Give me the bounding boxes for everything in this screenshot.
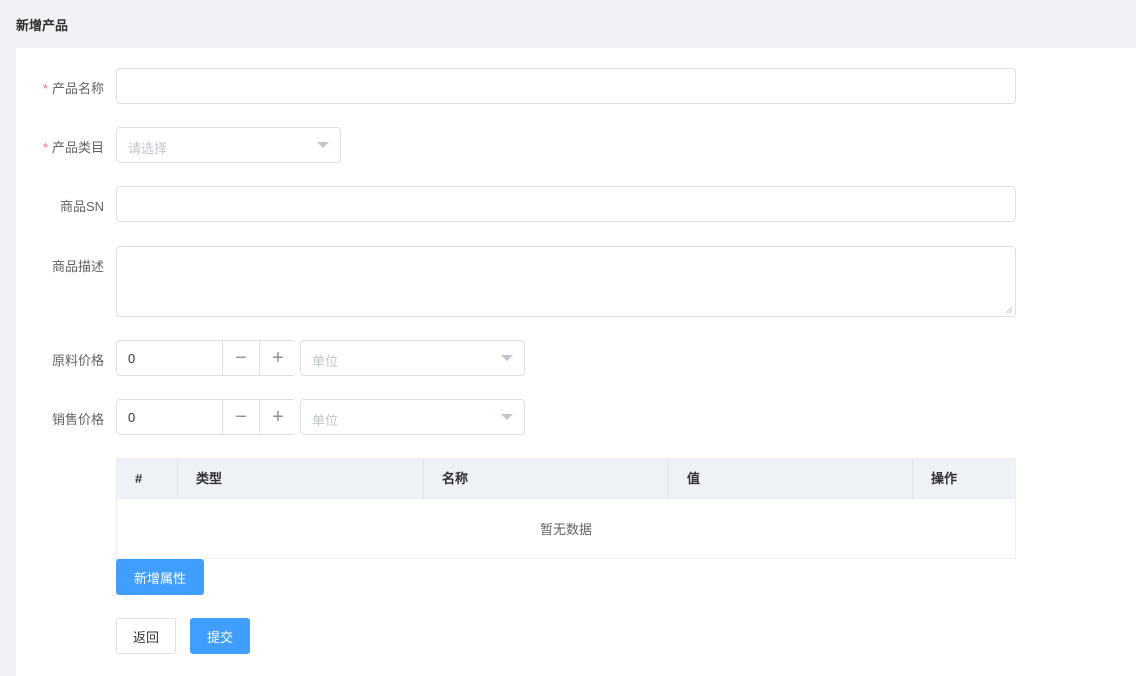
raw-price-value[interactable]: 0 [128,351,135,366]
column-header-type: 类型 [178,459,424,499]
category-label: * 产品类目 [42,140,104,155]
raw-price-stepper[interactable]: 0 − + [116,340,296,376]
table-header: # 类型 名称 值 操作 [117,459,1015,499]
sale-price-unit-select[interactable]: 单位 [300,399,525,435]
form-row-name: * 产品名称 [16,68,1136,104]
raw-price-label: 原料价格 [51,353,104,368]
minus-icon[interactable]: − [222,341,259,375]
plus-icon[interactable]: + [259,400,296,434]
column-header-name: 名称 [424,459,669,499]
product-sn-input[interactable] [116,186,1016,222]
submit-button[interactable]: 提交 [190,618,250,654]
required-mark: * [42,81,48,96]
page-header: 新增产品 [0,0,1136,48]
category-select[interactable]: 请选择 [116,127,341,163]
category-placeholder: 请选择 [128,141,168,156]
column-header-value: 值 [669,459,913,499]
form-row-sale-price: 销售价格 0 − + 单位 [16,399,1136,435]
unit-placeholder: 单位 [312,413,339,428]
raw-price-unit-select[interactable]: 单位 [300,340,525,376]
sale-price-label: 销售价格 [51,412,104,427]
form-row-sn: 商品SN [16,186,1136,222]
page-title: 新增产品 [16,18,69,33]
sale-price-value[interactable]: 0 [128,410,135,425]
form-row-description: 商品描述 [16,246,1136,317]
description-textarea[interactable] [116,246,1016,317]
resize-handle-icon[interactable] [1005,306,1013,314]
minus-icon[interactable]: − [222,400,259,434]
name-label: * 产品名称 [42,81,104,96]
sn-label: 商品SN [59,199,104,214]
caret-down-icon [501,414,513,420]
back-button[interactable]: 返回 [116,618,176,654]
product-form-panel: * 产品名称 * 产品类目 请选择 商品SN 商品描述 原料价格 0 − + 单… [16,48,1136,676]
caret-down-icon [501,355,513,361]
product-name-input[interactable] [116,68,1016,104]
column-header-index: # [117,459,178,499]
table-empty-text: 暂无数据 [539,522,592,537]
plus-icon[interactable]: + [259,341,296,375]
description-label: 商品描述 [51,259,104,274]
column-header-actions: 操作 [931,471,958,486]
attributes-table: # 类型 名称 值 操作 暂无数据 [116,458,1016,559]
sale-price-stepper[interactable]: 0 − + [116,399,296,435]
required-mark: * [42,140,48,155]
caret-down-icon [317,142,329,148]
add-attribute-button[interactable]: 新增属性 [116,559,204,595]
form-row-category: * 产品类目 请选择 [16,127,1136,163]
unit-placeholder: 单位 [312,354,339,369]
form-row-raw-price: 原料价格 0 − + 单位 [16,340,1136,376]
